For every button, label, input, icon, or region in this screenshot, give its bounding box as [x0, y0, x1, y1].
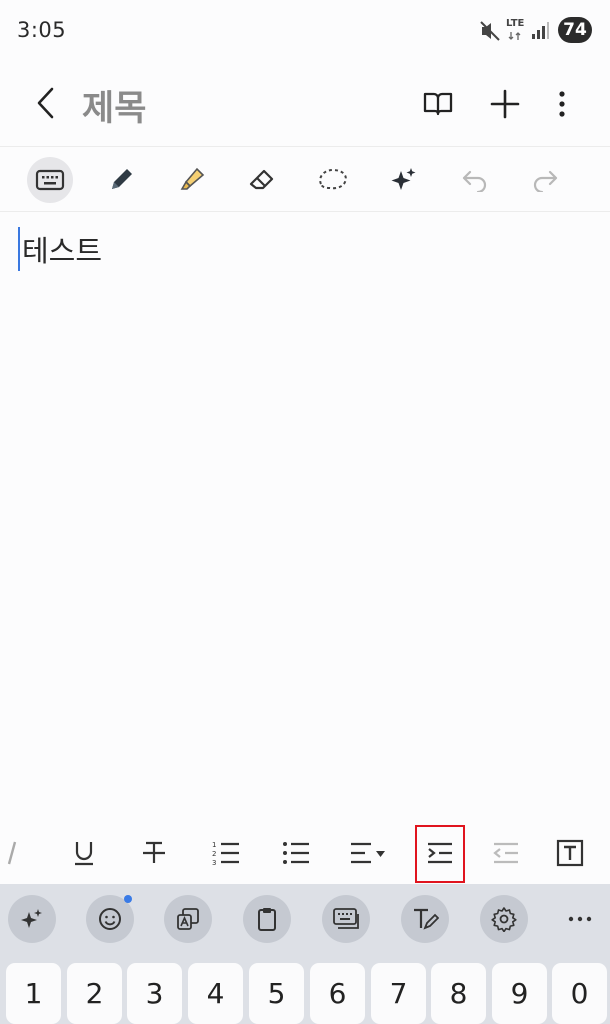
- more-options-icon[interactable]: [554, 90, 570, 118]
- translate-icon: [177, 908, 199, 930]
- back-icon[interactable]: [32, 86, 60, 120]
- status-time: 3:05: [17, 18, 67, 42]
- key-5[interactable]: 5: [249, 963, 304, 1024]
- more-horizontal-icon: [568, 916, 592, 922]
- text-caret: [18, 227, 20, 271]
- keyboard-mode-button[interactable]: [27, 157, 73, 203]
- key-1[interactable]: 1: [6, 963, 61, 1024]
- ai-assist-button[interactable]: [381, 157, 427, 203]
- notification-dot: [124, 895, 132, 903]
- key-8[interactable]: 8: [431, 963, 486, 1024]
- key-9[interactable]: 9: [492, 963, 547, 1024]
- signal-icon: [532, 22, 549, 39]
- align-button[interactable]: [344, 830, 392, 876]
- soft-keyboard: 1 2 3 4 5 6 7 8 9 0: [0, 884, 610, 1024]
- italic-icon: [7, 841, 17, 865]
- underline-icon: [75, 842, 93, 866]
- battery-indicator: 74: [558, 17, 592, 43]
- key-2[interactable]: 2: [67, 963, 122, 1024]
- strikethrough-button[interactable]: [130, 830, 178, 876]
- underline-button[interactable]: [60, 830, 108, 876]
- handwriting-button[interactable]: [401, 895, 449, 943]
- keyboard-layout-button[interactable]: [322, 895, 370, 943]
- outdent-icon: [493, 842, 518, 864]
- highlighter-button[interactable]: [169, 157, 215, 203]
- numbered-list-icon: 123: [212, 841, 239, 867]
- sparkle-icon: [21, 909, 42, 928]
- key-6[interactable]: 6: [310, 963, 365, 1024]
- emoji-icon: [99, 908, 121, 930]
- keyboard-icon: [35, 169, 65, 191]
- clipboard-button[interactable]: [243, 895, 291, 943]
- translate-button[interactable]: [164, 895, 212, 943]
- pen-icon: [112, 169, 132, 189]
- settings-button[interactable]: [480, 895, 528, 943]
- mute-icon: [480, 21, 500, 41]
- clipboard-icon: [258, 908, 276, 931]
- network-label: LTE: [506, 18, 525, 29]
- text-box-button[interactable]: [546, 830, 594, 876]
- eraser-icon: [249, 169, 274, 190]
- align-left-icon: [351, 842, 385, 864]
- galaxy-ai-button[interactable]: [8, 895, 56, 943]
- bulleted-list-button[interactable]: [272, 830, 320, 876]
- pen-button[interactable]: [98, 157, 144, 203]
- gear-icon: [491, 907, 517, 932]
- strikethrough-icon: [143, 841, 165, 863]
- more-tools-button[interactable]: [556, 895, 604, 943]
- key-4[interactable]: 4: [188, 963, 243, 1024]
- eraser-button[interactable]: [239, 157, 285, 203]
- lasso-icon: [319, 168, 347, 190]
- redo-icon: [533, 170, 558, 192]
- bulleted-list-icon: [283, 842, 309, 864]
- data-arrows-icon: [508, 32, 521, 40]
- undo-button[interactable]: [452, 157, 498, 203]
- keyboard-layout-icon: [333, 908, 359, 929]
- drawing-toolbar: [0, 146, 610, 212]
- numbered-list-button[interactable]: 123: [202, 830, 250, 876]
- italic-button[interactable]: [0, 830, 36, 876]
- handwriting-icon: [414, 908, 439, 930]
- redo-button[interactable]: [522, 157, 568, 203]
- note-body-text[interactable]: 테스트: [22, 228, 102, 270]
- lasso-button[interactable]: [310, 157, 356, 203]
- outdent-button[interactable]: [482, 830, 530, 876]
- highlighter-icon: [180, 167, 205, 190]
- key-3[interactable]: 3: [127, 963, 182, 1024]
- status-bar: 3:05 LTE 74: [0, 0, 610, 62]
- undo-icon: [462, 170, 487, 192]
- note-title[interactable]: 제목: [82, 80, 146, 131]
- svg-text:3: 3: [212, 859, 216, 867]
- text-box-icon: [556, 839, 584, 867]
- key-0[interactable]: 0: [552, 963, 607, 1024]
- book-view-icon[interactable]: [422, 90, 454, 118]
- indent-highlight-box: [415, 825, 465, 883]
- key-7[interactable]: 7: [371, 963, 426, 1024]
- add-icon[interactable]: [489, 88, 521, 120]
- svg-text:2: 2: [212, 850, 216, 858]
- sparkle-icon: [391, 168, 416, 190]
- svg-text:1: 1: [212, 841, 216, 849]
- format-bar: 123: [0, 822, 610, 884]
